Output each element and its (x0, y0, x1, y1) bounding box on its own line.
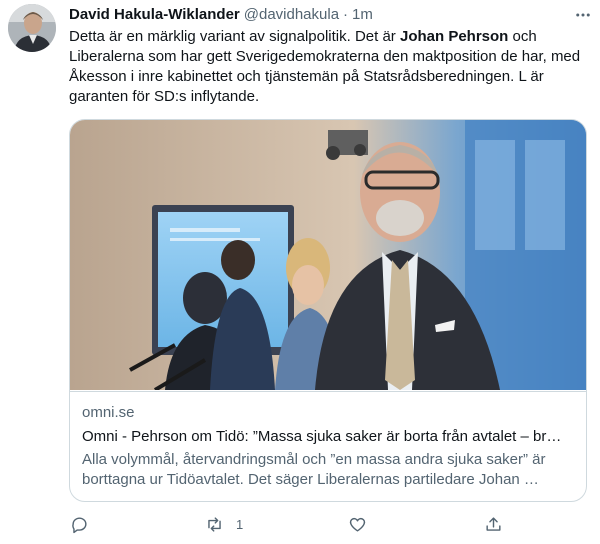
author-handle[interactable]: @davidhakula (244, 6, 339, 23)
retweet-count: 1 (236, 516, 244, 532)
like-button[interactable] (348, 513, 379, 535)
share-button[interactable] (484, 513, 503, 535)
tweet-text-part1: Detta är en märklig variant av signalpol… (69, 28, 400, 45)
card-domain: omni.se (82, 404, 135, 421)
card-image[interactable] (70, 120, 586, 390)
tweet-text-mention: Johan Pehrson (399, 28, 509, 45)
tweet-timestamp[interactable]: 1m (352, 6, 373, 23)
card-title: Omni - Pehrson om Tidö: ”Massa sjuka sak… (82, 428, 562, 445)
reply-icon (72, 516, 87, 533)
avatar-photo (8, 4, 56, 52)
card-body[interactable]: omni.se Omni - Pehrson om Tidö: ”Massa s… (70, 391, 586, 488)
tweet-actions: 1 (62, 513, 600, 535)
more-options-button[interactable] (572, 4, 594, 26)
tweet-header: David Hakula-Wiklander @davidhakula · 1m (69, 4, 584, 24)
link-card[interactable]: omni.se Omni - Pehrson om Tidö: ”Massa s… (69, 119, 587, 502)
author-name[interactable]: David Hakula-Wiklander (69, 6, 240, 23)
like-icon (349, 517, 366, 532)
press-conference-photo (70, 120, 586, 390)
tweet-text: Detta är en märklig variant av signalpol… (69, 27, 589, 107)
share-icon (486, 516, 501, 531)
reply-button[interactable] (70, 513, 101, 535)
retweet-button[interactable]: 1 (205, 513, 243, 535)
retweet-icon (208, 516, 221, 532)
card-description: Alla volymmål, återvandringsmål och ”en … (82, 451, 546, 488)
more-icon (576, 13, 590, 17)
separator-dot: · (343, 5, 349, 23)
avatar[interactable] (8, 4, 56, 52)
